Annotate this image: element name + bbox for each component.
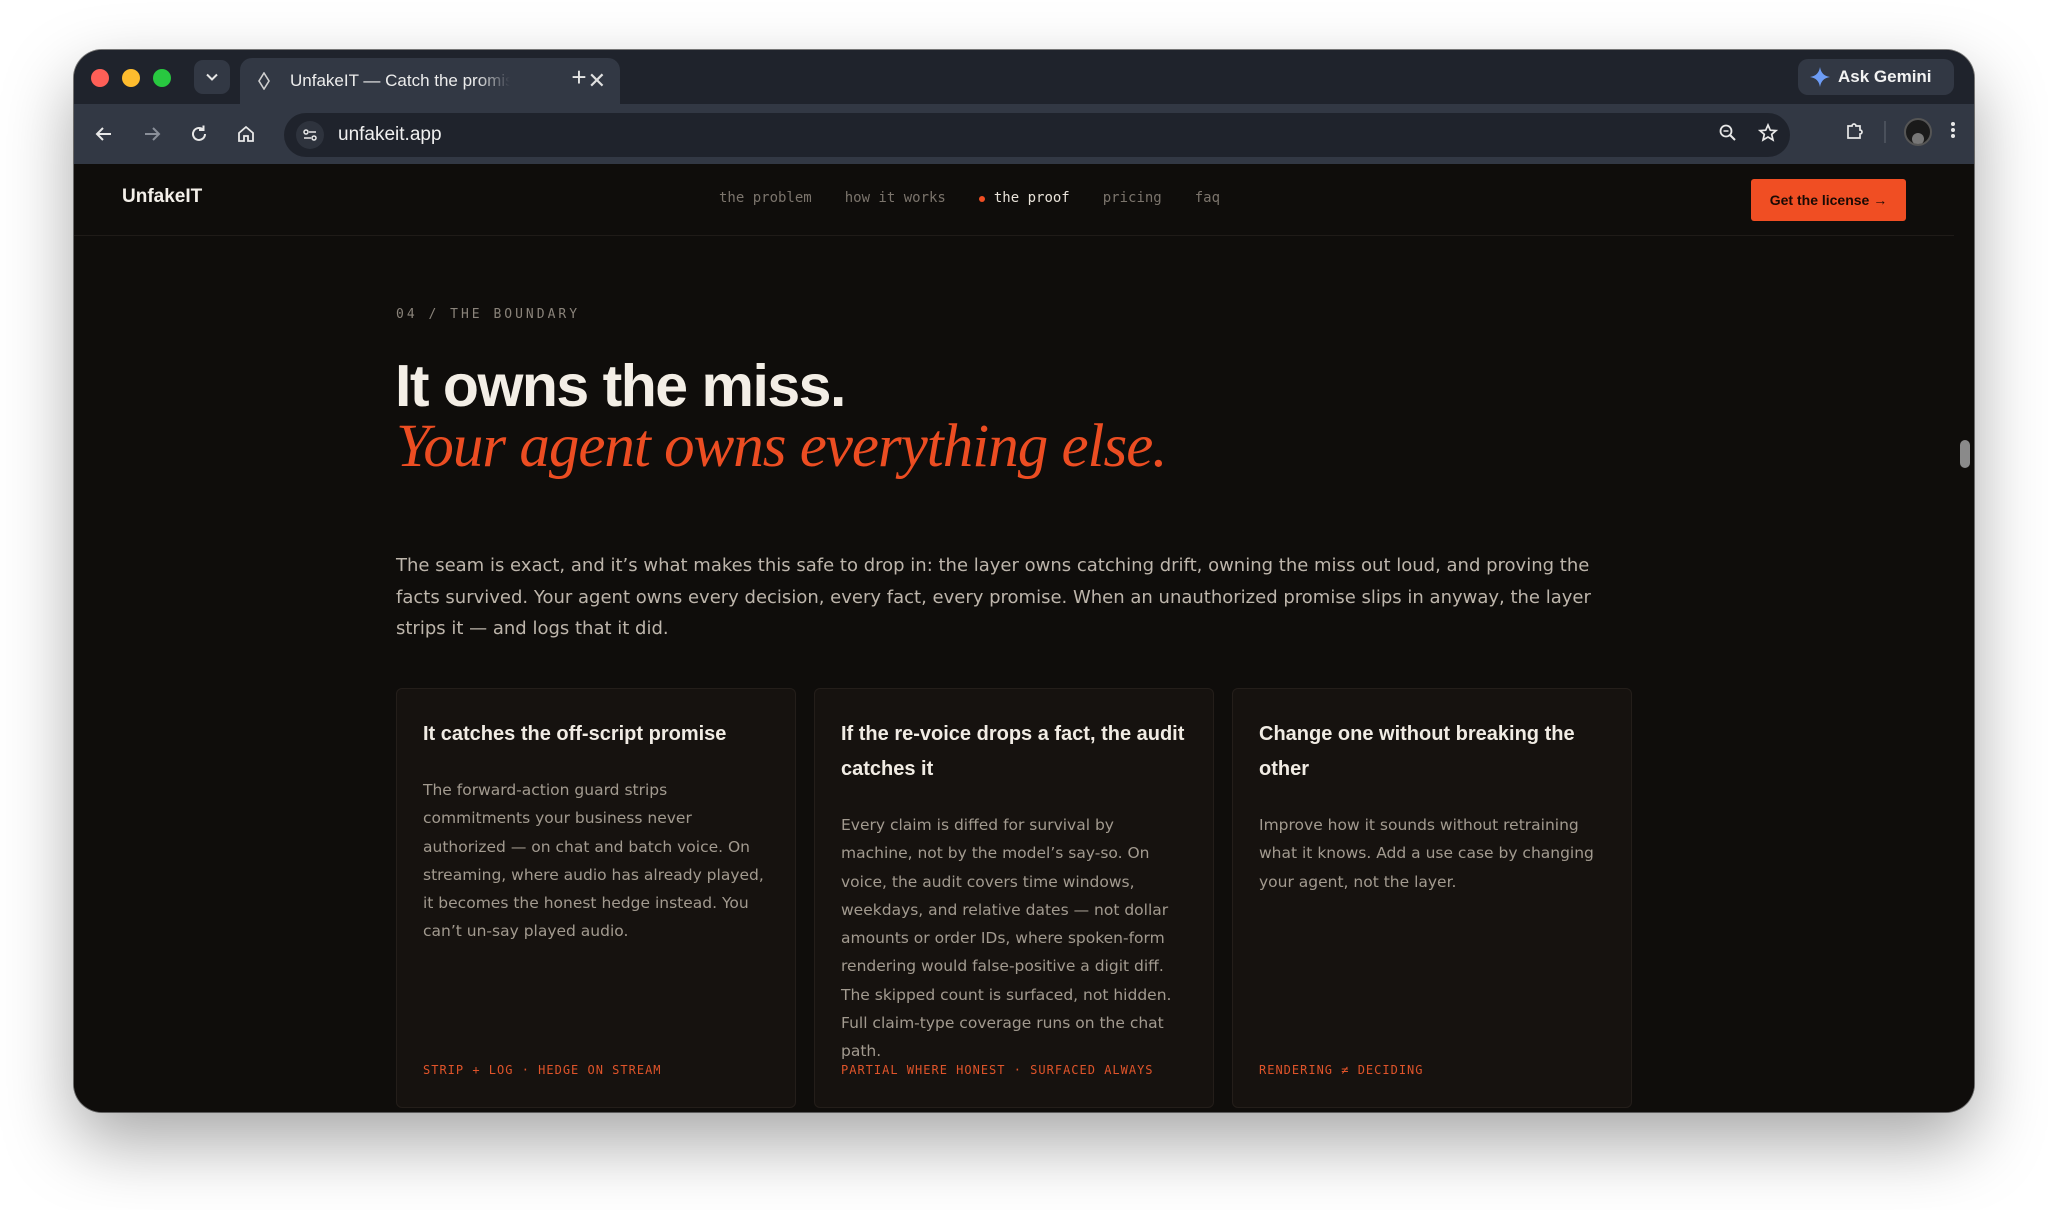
scrollbar-thumb[interactable] — [1960, 440, 1970, 468]
favicon-icon — [254, 71, 274, 91]
maximize-window-button[interactable] — [153, 69, 171, 87]
card-title: Change one without breaking the other — [1259, 723, 1575, 780]
site-settings-icon[interactable] — [296, 121, 324, 149]
minimize-window-button[interactable] — [122, 69, 140, 87]
ask-gemini-label: Ask Gemini — [1838, 67, 1932, 86]
feature-card: It catches the off-script promise The fo… — [396, 688, 796, 1108]
extensions-puzzle-icon[interactable] — [1844, 119, 1866, 146]
feature-card: If the re-voice drops a fact, the audit … — [814, 688, 1214, 1108]
browser-toolbar: unfakeit.app — [74, 104, 1974, 164]
zoom-icon[interactable] — [1718, 123, 1738, 148]
profile-avatar[interactable] — [1904, 118, 1932, 146]
browser-window: UnfakeIT — Catch the promise ✕ + Ask Gem… — [74, 50, 1974, 1112]
section-headline: It owns the miss. — [395, 353, 846, 419]
card-body: The forward-action guard strips commitme… — [423, 781, 764, 941]
card-title: If the re-voice drops a fact, the audit … — [841, 723, 1185, 780]
nav-link-faq[interactable]: faq — [1195, 190, 1220, 206]
ask-gemini-button[interactable]: Ask Gemini — [1798, 59, 1954, 95]
address-bar[interactable]: unfakeit.app — [284, 113, 1790, 157]
card-title: It catches the off-script promise — [423, 723, 727, 745]
nav-link-the-problem[interactable]: the problem — [719, 190, 812, 206]
forward-arrow-icon[interactable] — [140, 122, 164, 146]
tab-bar: UnfakeIT — Catch the promise ✕ + Ask Gem… — [74, 50, 1974, 104]
active-tab[interactable]: UnfakeIT — Catch the promise ✕ — [240, 58, 620, 104]
nav-link-the-proof[interactable]: the proof — [978, 190, 1070, 206]
feature-cards: It catches the off-script promise The fo… — [396, 688, 1632, 1108]
section-lead: The seam is exact, and it’s what makes t… — [396, 555, 1591, 639]
card-tag: PARTIAL WHERE HONEST · SURFACED ALWAYS — [841, 1063, 1154, 1077]
close-window-button[interactable] — [91, 69, 109, 87]
card-tag: STRIP + LOG · HEDGE ON STREAM — [423, 1063, 662, 1077]
url-text: unfakeit.app — [338, 124, 442, 145]
site-nav: the problem how it works the proof prici… — [719, 190, 1253, 206]
new-tab-button[interactable]: + — [564, 62, 594, 92]
toolbar-divider — [1884, 121, 1886, 143]
card-body: Improve how it sounds without retraining… — [1259, 816, 1594, 891]
card-body: Every claim is diffed for survival by ma… — [841, 816, 1172, 1061]
section-eyebrow: 04 / THE BOUNDARY — [396, 307, 581, 322]
scrollbar[interactable] — [1954, 164, 1974, 1112]
nav-link-how-it-works[interactable]: how it works — [845, 190, 946, 206]
back-arrow-icon[interactable] — [92, 122, 116, 146]
tab-title: UnfakeIT — Catch the promise — [290, 71, 510, 90]
bookmark-star-icon[interactable] — [1757, 122, 1779, 148]
tab-search-button[interactable] — [194, 60, 230, 94]
card-tag: RENDERING ≠ DECIDING — [1259, 1063, 1424, 1077]
reload-icon[interactable] — [187, 122, 211, 146]
chevron-down-icon — [206, 73, 218, 81]
section-headline-italic: Your agent owns everything else. — [396, 413, 1168, 480]
site-logo[interactable]: UnfakeIT — [122, 186, 202, 208]
gemini-sparkle-icon — [1810, 67, 1830, 87]
site-header: UnfakeIT the problem how it works the pr… — [74, 164, 1954, 236]
page-viewport: UnfakeIT the problem how it works the pr… — [74, 164, 1974, 1112]
feature-card: Change one without breaking the other Im… — [1232, 688, 1632, 1108]
menu-kebab-icon[interactable] — [1950, 120, 1956, 145]
get-license-button[interactable]: Get the license → — [1751, 179, 1906, 221]
nav-link-pricing[interactable]: pricing — [1103, 190, 1162, 206]
home-icon[interactable] — [234, 122, 258, 146]
